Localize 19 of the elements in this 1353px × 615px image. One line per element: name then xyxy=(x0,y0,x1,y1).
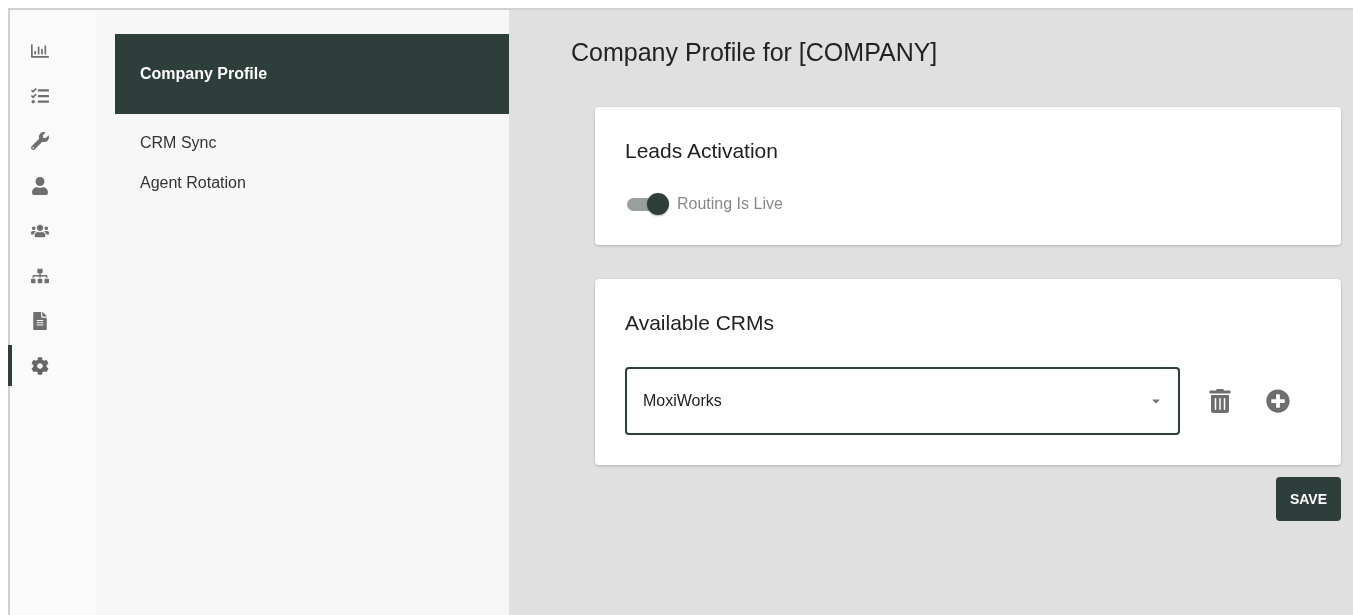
settings-icon xyxy=(30,356,49,375)
toggle-label: Routing Is Live xyxy=(677,195,783,213)
document-icon xyxy=(30,311,49,330)
crm-select[interactable]: MoxiWorks xyxy=(625,367,1180,435)
nav-item[interactable]: Company Profile xyxy=(115,34,509,114)
select-value: MoxiWorks xyxy=(643,392,722,410)
hierarchy-icon xyxy=(30,266,49,285)
toggle-switch[interactable] xyxy=(625,193,669,215)
trash-icon xyxy=(1208,389,1232,413)
card-title: Leads Activation xyxy=(625,139,779,163)
wrench-icon xyxy=(30,131,49,150)
save-button[interactable]: SAVE xyxy=(1275,477,1341,521)
nav-item[interactable]: CRM Sync xyxy=(115,134,509,174)
checklist-icon xyxy=(30,86,49,105)
bar-chart-icon xyxy=(30,41,49,60)
card-title: Available CRMs xyxy=(625,311,775,335)
user-icon xyxy=(30,176,49,195)
nav-item[interactable]: Agent Rotation xyxy=(115,174,509,214)
page-title: Company Profile for [COMPANY] xyxy=(571,38,939,67)
